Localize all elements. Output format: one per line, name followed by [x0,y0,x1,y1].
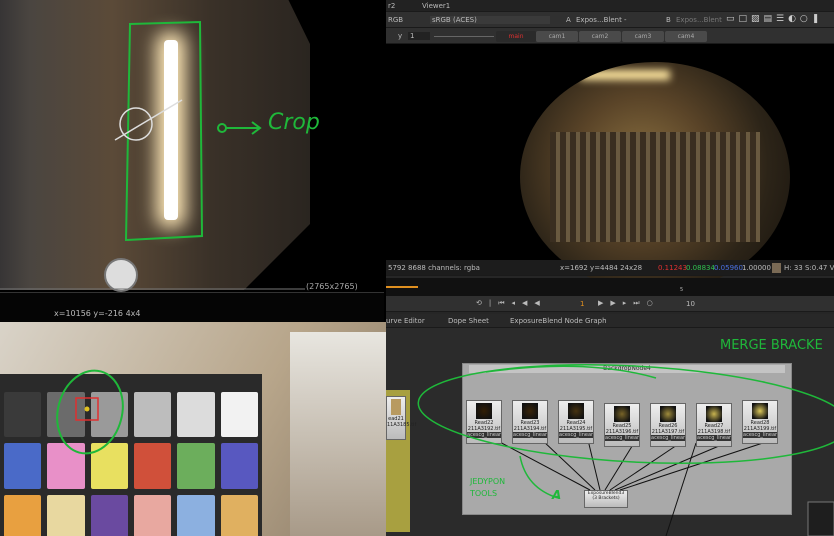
fisheye-image [520,62,790,292]
tab-viewer1[interactable]: Viewer1 [422,2,450,10]
info-bar: x=10156 y=-216 4x4 [0,292,384,322]
view-cam1[interactable]: cam1 [536,31,578,42]
color-checker-viewer[interactable] [0,322,386,536]
pixel-a: 1.00000 [742,264,771,272]
tab-dope-sheet[interactable]: Dope Sheet [448,317,489,325]
hand-annotations [417,364,834,536]
crop-annotation [0,20,305,290]
tools-annotation: JEDYPON TOOLS [470,477,506,498]
timeline-range [386,286,418,288]
viewer-toolbar-icons[interactable]: ▭□▨▤☰◐○❚ [726,14,823,24]
view-cam4[interactable]: cam4 [665,31,707,42]
input-a-select[interactable]: Expos...Blent [576,16,622,24]
input-b-label: B [666,16,671,24]
frame-input[interactable]: 1 [580,300,584,308]
letter-annotation: A [552,488,562,502]
playback-forward-controls[interactable]: ▶▶▸⏭○ [598,299,660,308]
view-main[interactable]: main [496,31,536,42]
pixel-coords: x=1692 y=4484 24x28 [560,264,643,272]
picker-annotation [56,369,124,455]
view-cam2[interactable]: cam2 [579,31,621,42]
timeline[interactable]: 5 [386,278,834,296]
tab-curve-editor[interactable]: urve Editor [386,317,425,325]
tab-node-graph[interactable]: ExposureBlend Node Graph [510,317,607,325]
input-a-label: A [566,16,571,24]
pixel-b: 0.05960 [714,264,743,272]
gain-slider[interactable] [434,36,494,37]
colorspace-select[interactable]: sRGB (ACES) [430,16,550,24]
coords-readout: x=10156 y=-216 4x4 [54,309,141,318]
merge-annotation: MERGE BRACKE [720,338,823,353]
crop-viewer[interactable]: Crop (2765x2765) [0,0,384,292]
input-b-select[interactable]: Expos...Blent [676,16,722,24]
hsv-info: H: 33 S:0.47 V: [784,264,834,272]
resolution-label: (2765x2765) [306,282,358,291]
channel-select[interactable]: RGB [388,16,403,24]
crop-annotation-text: Crop [268,110,320,135]
y-label: y [398,32,403,40]
composite-op-select[interactable]: - [624,16,627,24]
playback-controls[interactable]: ⟲|⏮◂◀◀ [476,299,547,308]
color-swatch [772,263,781,273]
channels-info: 5792 8688 channels: rgba [388,264,480,272]
y-input[interactable]: 1 [408,32,430,40]
pixel-g: 0.08834 [686,264,715,272]
view-cam3[interactable]: cam3 [622,31,664,42]
viewer-canvas[interactable] [386,44,834,292]
timeline-marker: 5 [680,287,684,293]
pixel-r: 0.11243 [658,264,687,272]
step-input[interactable]: 10 [686,300,695,308]
nuke-window: r2 Viewer1 RGB sRGB (ACES) A Expos...Ble… [386,0,834,536]
node-graph[interactable]: ead21 11A3185.tif BackdropNode4 Read22 21… [386,328,834,536]
tab-viewer2[interactable]: r2 [388,2,395,10]
